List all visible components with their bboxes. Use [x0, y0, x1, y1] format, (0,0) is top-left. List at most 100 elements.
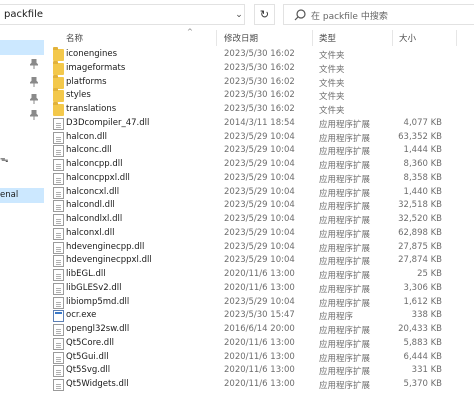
dll-file-icon — [53, 172, 64, 185]
exe-file-icon — [53, 310, 64, 323]
dll-file-icon — [53, 145, 64, 158]
file-size: 62,898 KB — [398, 227, 442, 238]
vertical-scrollbar[interactable] — [466, 48, 474, 411]
file-date: 2020/11/6 13:00 — [224, 379, 295, 389]
file-row[interactable]: hdevenginecppxl.dll 2023/5/29 10:04 应用程序扩展… — [44, 254, 474, 268]
file-name: halcondlxl.dll — [66, 214, 123, 224]
file-size: 25 KB — [417, 269, 442, 279]
column-name[interactable]: 名称 — [66, 32, 83, 44]
nav-item[interactable] — [0, 108, 44, 123]
file-name: halcon.dll — [66, 131, 108, 142]
file-name: translations — [66, 104, 117, 114]
file-type: 应用程序扩展 — [319, 326, 371, 336]
file-name: libiomp5md.dll — [66, 296, 130, 307]
pin-icon — [30, 77, 38, 87]
address-path[interactable]: packfile — [4, 9, 43, 20]
column-date[interactable]: 修改日期 — [224, 32, 258, 44]
file-date: 2023/5/29 10:04 — [224, 145, 295, 156]
column-divider[interactable] — [456, 30, 457, 46]
file-row[interactable]: hdevenginecpp.dll 2023/5/29 10:04 应用程序扩展 27… — [44, 241, 474, 255]
nav-item-selected[interactable] — [0, 40, 44, 55]
column-header: ^ 名称 修改日期 类型 大小 — [44, 28, 474, 46]
file-type: 应用程序扩展 — [319, 229, 371, 240]
file-row[interactable]: halconcxl.dll 2023/5/29 10:04 应用程序扩展 1,440 … — [44, 186, 474, 200]
file-row[interactable]: Qt5Gui.dll 2020/11/6 13:00 应用程序扩展 6,444 KB — [44, 351, 474, 365]
folder-icon — [53, 60, 64, 75]
nav-item[interactable]: ᯓ — [0, 152, 44, 167]
file-row[interactable]: D3Dcompiler_47.dll 2014/3/11 18:54 应用程序扩展 4… — [44, 117, 474, 131]
dll-file-icon — [53, 255, 64, 268]
file-row[interactable]: libGLESv2.dll 2020/11/6 13:00 应用程序扩展 3,306 … — [44, 282, 474, 296]
file-size: 6,444 KB — [403, 351, 442, 362]
search-box[interactable]: 在 packfile 中搜索 — [283, 4, 474, 25]
navigation-pane: ᯓ enal — [0, 30, 44, 411]
file-type: 应用程序 — [319, 312, 354, 323]
file-row[interactable]: halconxl.dll 2023/5/29 10:04 应用程序扩展 62,898 … — [44, 227, 474, 241]
file-date: 2023/5/29 10:04 — [224, 214, 295, 224]
file-row[interactable]: halcondlxl.dll 2023/5/29 10:04 应用程序扩展 32,52… — [44, 213, 474, 227]
file-date: 2023/5/29 10:04 — [224, 241, 295, 252]
dll-file-icon — [53, 324, 64, 336]
column-size[interactable]: 大小 — [399, 32, 416, 44]
file-row[interactable]: halcondl.dll 2023/5/29 10:04 应用程序扩展 32,518 … — [44, 199, 474, 213]
file-type: 应用程序扩展 — [319, 119, 371, 130]
file-row[interactable]: Qt5Core.dll 2020/11/6 13:00 应用程序扩展 5,883 KB — [44, 337, 474, 351]
file-row[interactable]: halconcpp.dll 2023/5/29 10:04 应用程序扩展 8,360 … — [44, 158, 474, 172]
nav-item[interactable] — [0, 57, 44, 72]
file-date: 2023/5/29 10:04 — [224, 296, 295, 307]
dll-file-icon — [53, 337, 64, 350]
file-row[interactable]: imageformats 2023/5/30 16:02 文件夹 — [44, 60, 474, 76]
file-date: 2023/5/29 10:04 — [224, 172, 295, 183]
file-row[interactable]: translations 2023/5/30 16:02 文件夹 — [44, 102, 474, 117]
dll-file-icon — [53, 131, 64, 144]
pin-icon — [30, 94, 38, 104]
column-divider[interactable] — [216, 30, 217, 46]
file-row[interactable]: Qt5Svg.dll 2020/11/6 13:00 应用程序扩展 331 KB — [44, 364, 474, 378]
file-row[interactable]: libEGL.dll 2020/11/6 13:00 应用程序扩展 25 KB — [44, 268, 474, 282]
dll-file-icon — [53, 296, 64, 309]
dll-file-icon — [53, 282, 64, 295]
file-row[interactable]: styles 2023/5/30 16:02 文件夹 — [44, 88, 474, 103]
dll-file-icon — [53, 241, 64, 254]
file-row[interactable]: ocr.exe 2023/5/30 15:47 应用程序 338 KB — [44, 309, 474, 323]
nav-item[interactable] — [0, 75, 44, 90]
file-size: 32,520 KB — [398, 214, 442, 224]
file-row[interactable]: halconc.dll 2023/5/29 10:04 应用程序扩展 1,444 KB — [44, 144, 474, 158]
dll-file-icon — [53, 186, 64, 199]
address-bar[interactable]: packfile ⌄ — [0, 4, 245, 25]
file-size: 27,875 KB — [398, 241, 442, 252]
dll-file-icon — [53, 365, 64, 378]
nav-item-current[interactable]: enal — [0, 188, 44, 203]
file-size: 1,612 KB — [403, 296, 442, 307]
file-size: 63,352 KB — [398, 131, 442, 142]
file-row[interactable]: platforms 2023/5/30 16:02 文件夹 — [44, 74, 474, 90]
column-type[interactable]: 类型 — [319, 32, 336, 44]
chevron-down-icon[interactable]: ⌄ — [232, 10, 246, 24]
file-type: 应用程序扩展 — [319, 381, 371, 391]
file-name: halconc.dll — [66, 145, 112, 156]
file-name: halconcpp.dll — [66, 159, 123, 169]
search-placeholder[interactable]: 在 packfile 中搜索 — [311, 9, 388, 22]
file-date: 2023/5/29 10:04 — [224, 255, 295, 266]
file-size: 8,358 KB — [403, 172, 442, 183]
file-date: 2023/5/29 10:04 — [224, 159, 295, 169]
nav-item[interactable] — [0, 92, 44, 107]
file-row[interactable]: Qt5Widgets.dll 2020/11/6 13:00 应用程序扩展 5,370… — [44, 378, 474, 392]
file-type: 应用程序扩展 — [319, 174, 371, 185]
file-row[interactable]: halcon.dll 2023/5/29 10:04 应用程序扩展 63,352 KB — [44, 131, 474, 145]
file-size: 5,370 KB — [403, 379, 442, 389]
file-type: 文件夹 — [319, 92, 345, 103]
file-type: 应用程序扩展 — [319, 243, 371, 254]
file-row[interactable]: libiomp5md.dll 2023/5/29 10:04 应用程序扩展 1,612… — [44, 296, 474, 310]
file-date: 2023/5/30 16:02 — [224, 62, 295, 73]
refresh-button[interactable]: ↻ — [254, 4, 275, 25]
file-type: 文件夹 — [319, 78, 345, 89]
file-name: platforms — [66, 76, 107, 87]
file-row[interactable]: iconengines 2023/5/30 16:02 文件夹 — [44, 47, 474, 62]
file-size: 5,883 KB — [403, 337, 442, 348]
file-row[interactable]: opengl32sw.dll 2016/6/14 20:00 应用程序扩展 20,43… — [44, 323, 474, 337]
file-row[interactable]: halconcppxl.dll 2023/5/29 10:04 应用程序扩展 8,35… — [44, 172, 474, 186]
column-divider[interactable] — [312, 30, 313, 46]
toolbar: packfile ⌄ ↻ 在 packfile 中搜索 — [0, 0, 474, 30]
column-divider[interactable] — [392, 30, 393, 46]
